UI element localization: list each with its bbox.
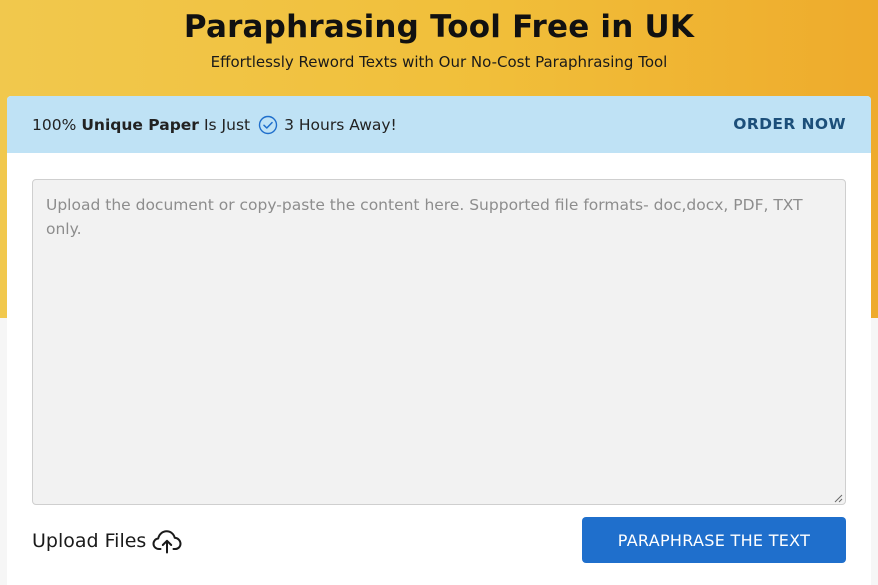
promo-banner: 100% Unique Paper Is Just 3 Hours Away! …: [7, 96, 871, 153]
page-title: Paraphrasing Tool Free in UK: [183, 9, 695, 45]
order-now-link[interactable]: ORDER NOW: [733, 115, 846, 133]
promo-middle: Is Just: [203, 116, 251, 134]
upload-files-button[interactable]: Upload Files: [32, 526, 182, 556]
promo-prefix: 100%: [32, 116, 77, 134]
paraphrase-button[interactable]: PARAPHRASE THE TEXT: [582, 517, 846, 563]
promo-text: 100% Unique Paper Is Just 3 Hours Away!: [32, 115, 397, 135]
page-subtitle: Effortlessly Reword Texts with Our No-Co…: [210, 53, 668, 71]
resize-handle-icon[interactable]: [833, 493, 843, 503]
content-textarea[interactable]: [32, 179, 846, 505]
paraphrase-card: 100% Unique Paper Is Just 3 Hours Away! …: [7, 96, 871, 585]
promo-suffix: 3 Hours Away!: [284, 116, 397, 134]
check-circle-icon: [258, 115, 278, 135]
cloud-upload-icon: [152, 530, 182, 554]
promo-bold: Unique Paper: [81, 116, 199, 134]
upload-files-label: Upload Files: [32, 530, 147, 552]
